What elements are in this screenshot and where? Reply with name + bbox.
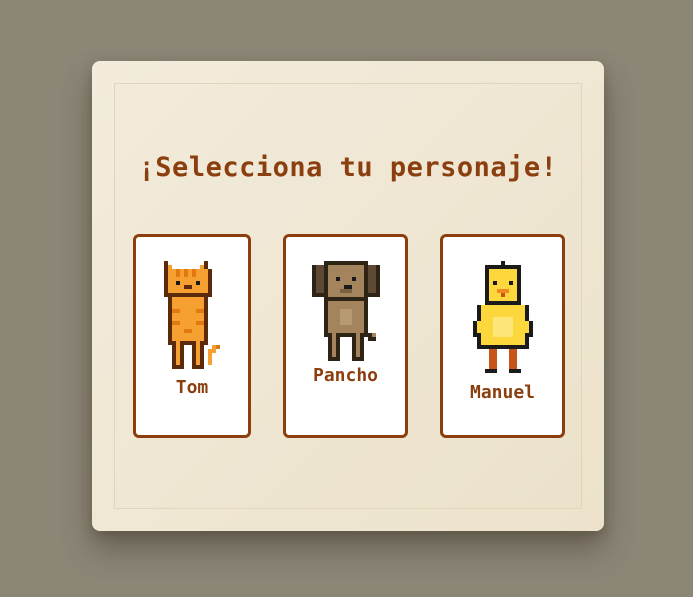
cat-sprite-icon bbox=[164, 261, 220, 369]
character-name: Manuel bbox=[469, 382, 536, 403]
dialog-title: ¡Selecciona tu personaje! bbox=[138, 152, 558, 183]
screen: ¡Selecciona tu personaje! Tom Pancho Man… bbox=[0, 0, 693, 597]
character-name: Pancho bbox=[312, 365, 379, 386]
character-card-pancho[interactable]: Pancho bbox=[283, 234, 408, 438]
character-name: Tom bbox=[175, 377, 209, 398]
character-card-tom[interactable]: Tom bbox=[133, 234, 251, 438]
character-select-dialog: ¡Selecciona tu personaje! Tom Pancho Man… bbox=[92, 61, 604, 531]
dialog-frame: ¡Selecciona tu personaje! Tom Pancho Man… bbox=[114, 83, 582, 509]
character-card-manuel[interactable]: Manuel bbox=[440, 234, 565, 438]
dog-sprite-icon bbox=[311, 261, 380, 361]
duck-sprite-icon bbox=[472, 261, 533, 373]
